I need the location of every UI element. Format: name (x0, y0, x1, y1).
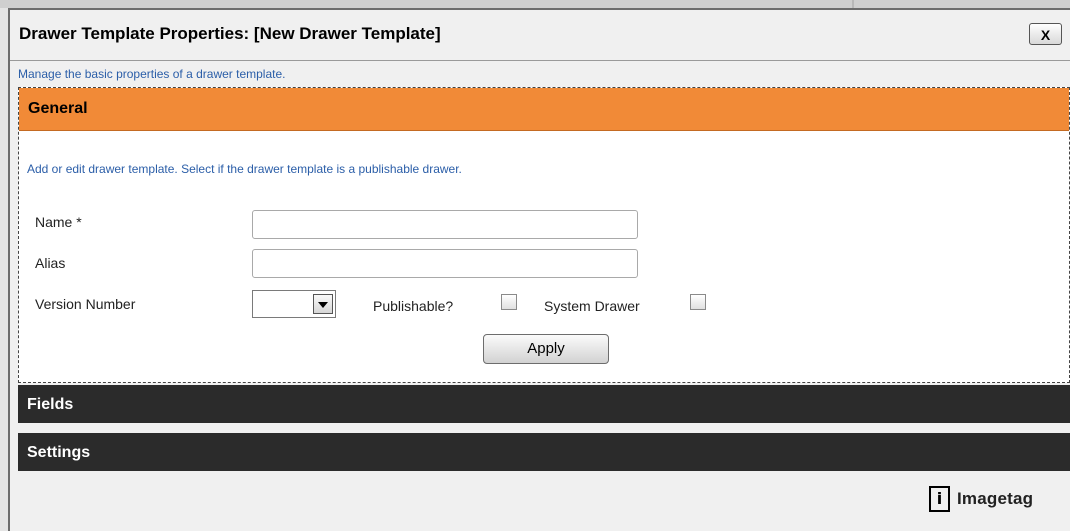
version-number-select[interactable] (252, 290, 336, 318)
system-drawer-label: System Drawer (544, 298, 640, 314)
general-section: General Add or edit drawer template. Sel… (18, 87, 1070, 383)
name-input[interactable] (252, 210, 638, 239)
drawer-template-dialog: Drawer Template Properties: [New Drawer … (8, 8, 1070, 531)
settings-header-label: Settings (27, 444, 91, 461)
close-button[interactable]: X (1029, 23, 1062, 45)
apply-button[interactable]: Apply (483, 334, 609, 364)
dialog-description: Manage the basic properties of a drawer … (18, 67, 286, 81)
dialog-title: Drawer Template Properties: [New Drawer … (19, 24, 441, 43)
general-section-header[interactable]: General (19, 88, 1069, 131)
general-header-label: General (28, 100, 88, 117)
publishable-checkbox[interactable] (501, 294, 517, 310)
publishable-label: Publishable? (373, 298, 454, 314)
top-strip-divider (852, 0, 854, 8)
fields-header-label: Fields (27, 396, 74, 413)
alias-input[interactable] (252, 249, 638, 278)
version-number-label: Version Number (35, 296, 136, 312)
general-description: Add or edit drawer template. Select if t… (27, 162, 462, 176)
alias-label: Alias (35, 255, 66, 271)
window-top-strip (0, 0, 1070, 8)
logo-name: Imagetag (957, 489, 1034, 508)
chevron-down-icon[interactable] (313, 294, 333, 314)
name-label: Name * (35, 214, 82, 230)
dialog-titlebar: Drawer Template Properties: [New Drawer … (10, 10, 1070, 61)
system-drawer-checkbox[interactable] (690, 294, 706, 310)
fields-section-header[interactable]: Fields (18, 385, 1070, 423)
info-icon: i (929, 486, 950, 512)
settings-section-header[interactable]: Settings (18, 433, 1070, 471)
